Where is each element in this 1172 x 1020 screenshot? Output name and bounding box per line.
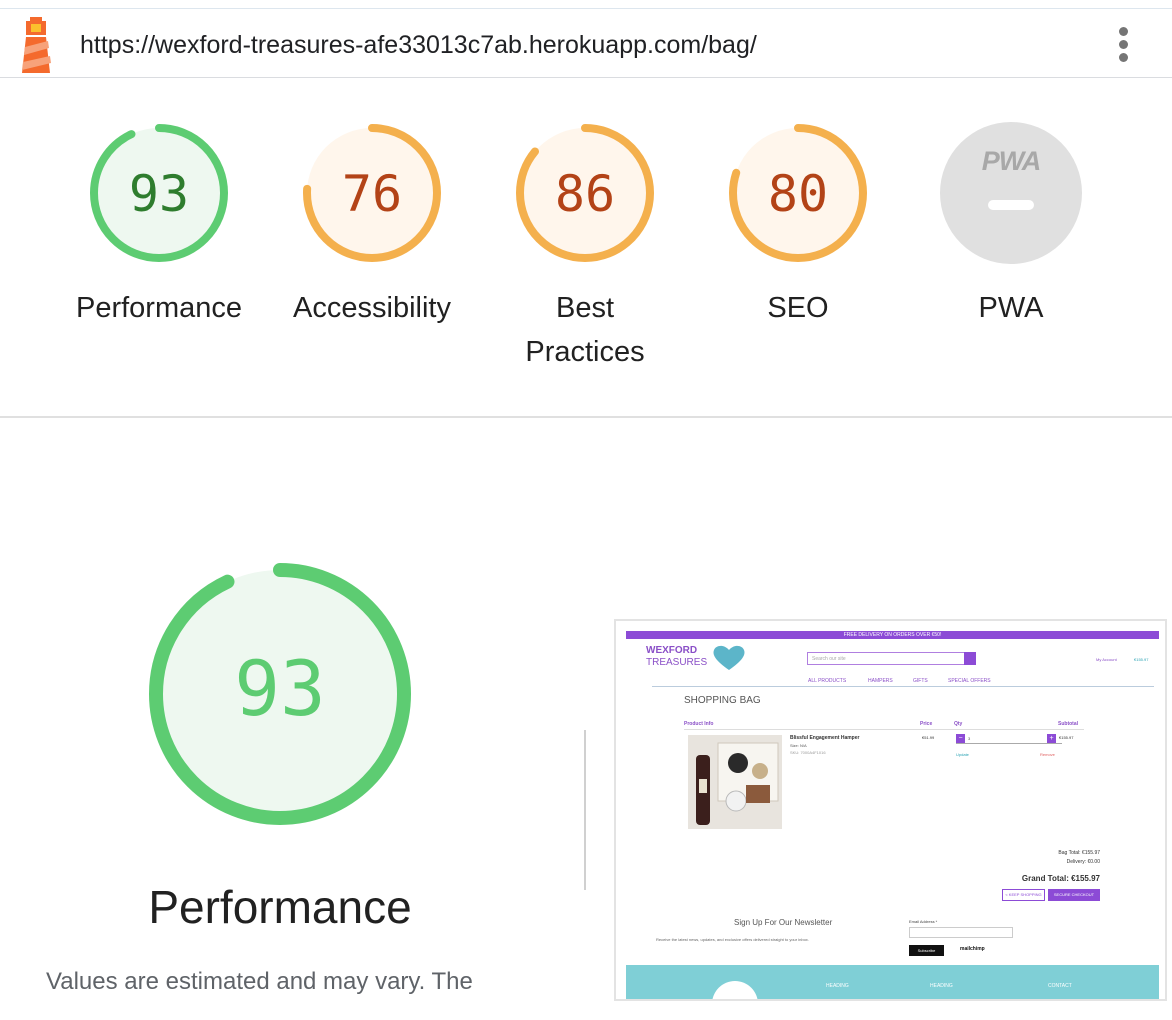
gauge-performance[interactable]: 93 Performance bbox=[64, 122, 254, 330]
gauge-label: Best Practices bbox=[490, 286, 680, 374]
thumb-product-image bbox=[688, 735, 782, 829]
thumb-product-price: €51.99 bbox=[922, 735, 935, 740]
gauge-score: 86 bbox=[554, 165, 616, 223]
hamper-image-icon bbox=[688, 735, 782, 829]
thumb-remove-link: Remove bbox=[1040, 752, 1055, 757]
score-description: Values are estimated and may vary. The bbox=[46, 968, 473, 995]
pwa-dash-icon bbox=[988, 200, 1034, 210]
thumb-col-subtotal: Subtotal bbox=[1058, 721, 1078, 727]
gauge-label: SEO bbox=[767, 292, 829, 324]
gauge-pwa[interactable]: PWA PWA bbox=[916, 122, 1106, 330]
main-category-title: Performance bbox=[148, 881, 412, 933]
pwa-badge-text: PWA bbox=[981, 146, 1042, 176]
thumb-subscribe-button: Subscribe bbox=[909, 945, 944, 956]
minus-icon: − bbox=[956, 734, 965, 743]
thumb-nav-item: HAMPERS bbox=[868, 678, 893, 684]
gauge-score: 76 bbox=[341, 165, 403, 223]
thumb-logo-line2: TREASURES bbox=[646, 657, 708, 668]
gauge-label: PWA bbox=[978, 292, 1044, 324]
gauge-score: 93 bbox=[128, 165, 190, 223]
thumb-email-input bbox=[909, 927, 1013, 938]
thumb-grand-total: Grand Total: €155.97 bbox=[1021, 874, 1100, 883]
thumb-keep-shopping-button: < KEEP SHOPPING bbox=[1002, 889, 1045, 901]
thumb-nav-item: SPECIAL OFFERS bbox=[948, 678, 991, 684]
thumb-col-divider bbox=[684, 729, 1084, 730]
thumb-nav-item: GIFTS bbox=[913, 678, 928, 684]
thumb-product-name: Blissful Engagement Hamper bbox=[790, 735, 860, 741]
thumb-search-input: Search our site bbox=[807, 652, 965, 665]
thumb-checkout-button: SECURE CHECKOUT bbox=[1048, 889, 1100, 901]
gauge-label-line1: Best bbox=[555, 292, 615, 324]
report-header: https://wexford-treasures-afe33013c7ab.h… bbox=[0, 8, 1172, 78]
section-divider bbox=[584, 730, 586, 890]
thumb-search-placeholder: Search our site bbox=[812, 656, 846, 662]
more-vert-icon[interactable] bbox=[1110, 25, 1138, 65]
thumb-product-subtotal: €155.97 bbox=[1059, 735, 1074, 740]
gauge-label-line2: Practices bbox=[525, 336, 645, 368]
thumb-footer-logo bbox=[712, 981, 758, 999]
thumb-newsletter-title: Sign Up For Our Newsletter bbox=[734, 918, 833, 927]
pwa-badge-icon bbox=[940, 122, 1082, 264]
thumb-footer-heading: HEADING bbox=[930, 983, 953, 989]
thumb-footer-heading: HEADING bbox=[826, 983, 849, 989]
thumb-product-size: Size: N/A bbox=[790, 743, 807, 748]
thumb-nav-divider bbox=[652, 686, 1154, 687]
thumb-nav-item: ALL PRODUCTS bbox=[808, 678, 847, 684]
thumb-account: My Account bbox=[1096, 657, 1117, 662]
lighthouse-icon bbox=[18, 15, 54, 78]
gauge-accessibility[interactable]: 76 Accessibility bbox=[277, 122, 467, 330]
gauge-label: Accessibility bbox=[293, 292, 451, 324]
thumb-banner: FREE DELIVERY ON ORDERS OVER €50! bbox=[626, 631, 1159, 639]
main-score: 93 bbox=[234, 644, 326, 733]
thumb-mailchimp-logo: mailchimp bbox=[960, 946, 985, 952]
thumb-heading: SHOPPING BAG bbox=[684, 695, 761, 706]
thumb-delivery-line: Delivery: €0.00 bbox=[1066, 859, 1100, 865]
thumb-qty-value: 3 bbox=[968, 736, 971, 741]
thumb-logo-line1: WEXFORD bbox=[646, 645, 698, 656]
heart-icon bbox=[713, 645, 745, 670]
description-continued bbox=[46, 1012, 526, 1020]
thumb-col-qty: Qty bbox=[954, 721, 963, 727]
gauge-score: 80 bbox=[767, 165, 829, 223]
thumb-product-sku: SKU: 7000A4F1016 bbox=[790, 750, 826, 755]
report-url: https://wexford-treasures-afe33013c7ab.h… bbox=[80, 31, 757, 59]
gauge-label: Performance bbox=[75, 292, 242, 324]
gauge-best-practices[interactable]: 86 Best Practices bbox=[490, 122, 680, 374]
category-gauges: 93 Performance 76 Accessibility 86 Best … bbox=[0, 78, 1172, 418]
thumb-bag-total: €155.97 bbox=[1134, 657, 1149, 662]
final-screenshot[interactable]: FREE DELIVERY ON ORDERS OVER €50! WEXFOR… bbox=[614, 619, 1167, 1001]
search-icon bbox=[964, 652, 976, 665]
thumb-newsletter-desc: Receive the latest news, updates, and ex… bbox=[656, 937, 809, 942]
thumb-col-product: Product Info bbox=[684, 721, 714, 727]
gauge-seo[interactable]: 80 SEO bbox=[703, 122, 893, 330]
thumb-footer: HEADING HEADING CONTACT bbox=[626, 965, 1159, 999]
thumb-bag-total-line: Bag Total: €155.97 bbox=[1058, 850, 1100, 856]
thumb-email-label: Email Address * bbox=[909, 919, 938, 924]
thumb-update-link: Update bbox=[956, 752, 969, 757]
plus-icon: + bbox=[1047, 734, 1056, 743]
thumb-col-price: Price bbox=[920, 721, 933, 727]
thumb-footer-heading: CONTACT bbox=[1048, 983, 1072, 989]
